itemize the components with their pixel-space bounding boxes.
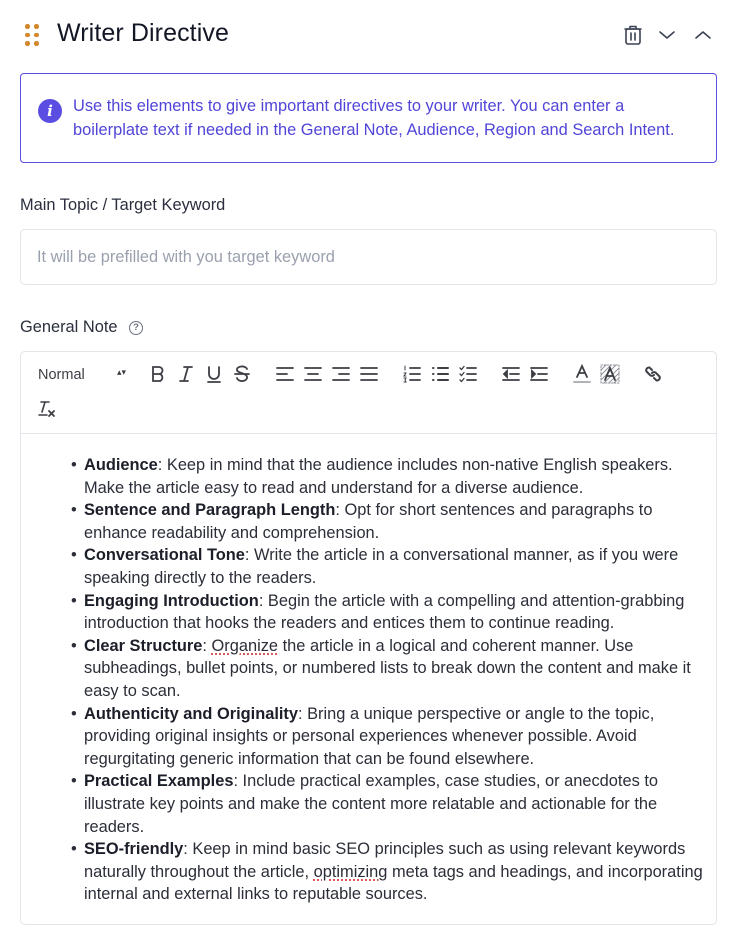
item-title: Practical Examples (84, 772, 234, 791)
align-center-button[interactable] (301, 362, 325, 386)
select-arrows-icon: ▴▾ (116, 367, 126, 377)
italic-button[interactable] (174, 362, 198, 386)
background-color-button[interactable] (598, 362, 622, 386)
check-list-button[interactable] (456, 362, 480, 386)
help-icon[interactable]: ? (129, 321, 143, 335)
chevron-up-icon (695, 31, 711, 39)
item-title: Sentence and Paragraph Length (84, 501, 336, 520)
strike-button[interactable] (230, 362, 254, 386)
link-button[interactable] (641, 362, 665, 386)
text-color-icon (573, 364, 591, 383)
card-header: Writer Directive (0, 0, 744, 70)
item-title: Engaging Introduction (84, 591, 259, 610)
list-item: Conversational Tone: Write the article i… (71, 544, 709, 589)
text-color-button[interactable] (570, 362, 594, 386)
bullet-list-icon (432, 367, 449, 381)
section-title: Writer Directive (57, 19, 229, 47)
align-justify-icon (360, 367, 378, 381)
indent-increase-icon (530, 367, 548, 381)
align-right-icon (332, 367, 350, 381)
check-list-icon (459, 365, 477, 383)
list-item: Practical Examples: Include practical ex… (71, 770, 709, 838)
item-title: Authenticity and Originality (84, 704, 299, 723)
item-title: SEO-friendly (84, 840, 184, 859)
item-title: Audience (84, 456, 158, 474)
collapse-down-button[interactable] (654, 22, 680, 48)
align-right-button[interactable] (329, 362, 353, 386)
item-title: Conversational Tone (84, 546, 245, 565)
format-select-value: Normal (38, 367, 85, 383)
delete-button[interactable] (620, 22, 646, 48)
indent-decrease-icon (502, 367, 520, 381)
list-item: Audience: Keep in mind that the audience… (71, 454, 709, 499)
bold-icon (152, 366, 164, 382)
align-left-button[interactable] (273, 362, 297, 386)
underline-icon (207, 366, 221, 383)
list-item: Clear Structure: Organize the article in… (71, 635, 709, 703)
clear-format-button[interactable] (35, 397, 59, 421)
bold-button[interactable] (146, 362, 170, 386)
align-center-icon (304, 367, 322, 381)
chevron-down-icon (659, 31, 675, 39)
spellcheck-word[interactable]: Organize (212, 637, 279, 655)
editor-content[interactable]: Audience: Keep in mind that the audience… (71, 454, 709, 906)
list-item: Sentence and Paragraph Length: Opt for s… (71, 499, 709, 544)
item-text: : (202, 636, 212, 655)
link-icon (645, 366, 661, 382)
italic-icon (179, 366, 193, 382)
align-justify-button[interactable] (357, 362, 381, 386)
strike-icon (234, 365, 250, 382)
main-topic-label: Main Topic / Target Keyword (20, 196, 226, 214)
bullet-list-button[interactable] (428, 362, 452, 386)
directives-list: Audience: Keep in mind that the audience… (71, 454, 709, 906)
trash-icon (624, 25, 642, 45)
align-left-icon (276, 367, 294, 381)
list-item: SEO-friendly: Keep in mind basic SEO pri… (71, 838, 709, 906)
underline-button[interactable] (202, 362, 226, 386)
general-note-editor: Normal ▴▾ • Audience: Keep in mind that … (20, 351, 717, 925)
drag-handle-icon[interactable] (25, 24, 39, 46)
spellcheck-word[interactable]: optimizing (314, 863, 388, 881)
main-topic-input[interactable] (20, 229, 717, 285)
info-text: Use this elements to give important dire… (73, 97, 675, 139)
list-item: Authenticity and Originality: Bring a un… (71, 703, 709, 771)
collapse-up-button[interactable] (690, 22, 716, 48)
item-title: Clear Structure (84, 636, 203, 655)
item-text: : Keep in mind that the audience include… (84, 456, 673, 497)
indent-decrease-button[interactable] (499, 362, 523, 386)
indent-increase-button[interactable] (527, 362, 551, 386)
general-note-label: General Note (20, 318, 118, 336)
ordered-list-button[interactable] (400, 362, 424, 386)
ordered-list-icon (403, 365, 421, 383)
list-item: Engaging Introduction: Begin the article… (71, 590, 709, 635)
clear-format-icon (38, 401, 55, 417)
background-color-icon (600, 364, 620, 384)
format-select[interactable]: Normal ▴▾ (38, 363, 126, 387)
info-icon: i (38, 99, 62, 123)
info-box: i Use this elements to give important di… (20, 73, 717, 163)
editor-toolbar: Normal ▴▾ (21, 352, 716, 434)
